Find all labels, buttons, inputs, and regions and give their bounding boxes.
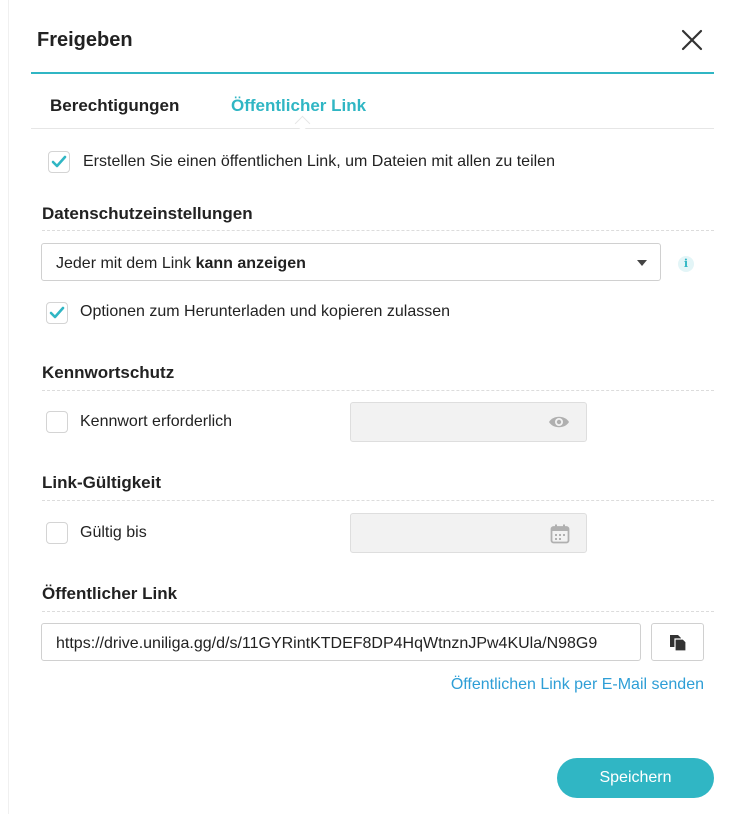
divider <box>42 500 714 501</box>
privacy-heading: Datenschutzeinstellungen <box>42 204 253 223</box>
divider <box>42 390 714 391</box>
divider <box>42 611 714 612</box>
chevron-down-icon <box>637 260 647 266</box>
password-heading: Kennwortschutz <box>42 363 175 382</box>
valid-until-label: Gültig bis <box>80 524 147 541</box>
validity-heading: Link-Gültigkeit <box>42 473 161 492</box>
info-icon[interactable]: i <box>678 256 694 272</box>
privacy-select-prefix: Jeder mit dem Link <box>56 255 196 272</box>
email-public-link-link[interactable]: Öffentlichen Link per E-Mail senden <box>451 676 704 694</box>
left-edge-border <box>0 0 9 814</box>
tab-public-link[interactable]: Öffentlicher Link <box>231 96 366 116</box>
password-required-label: Kennwort erforderlich <box>80 413 233 430</box>
privacy-select[interactable]: Jeder mit dem Link kann anzeigen <box>41 243 661 281</box>
privacy-select-value: Jeder mit dem Link kann anzeigen <box>56 255 306 273</box>
close-icon[interactable] <box>680 28 704 52</box>
allow-download-checkbox[interactable] <box>46 302 68 324</box>
copy-link-button[interactable] <box>651 623 704 661</box>
tab-bar: Berechtigungen Öffentlicher Link <box>31 84 714 132</box>
password-input <box>350 402 587 442</box>
create-public-link-checkbox[interactable] <box>48 151 70 173</box>
calendar-icon <box>550 524 570 544</box>
divider <box>42 230 714 231</box>
eye-icon <box>549 416 569 428</box>
tab-permissions[interactable]: Berechtigungen <box>50 96 179 116</box>
checkmark-icon <box>51 155 67 168</box>
dialog-title: Freigeben <box>37 29 133 51</box>
privacy-select-strong: kann anzeigen <box>195 255 306 272</box>
valid-until-date-input <box>350 513 587 553</box>
password-required-checkbox[interactable] <box>46 411 68 433</box>
copy-icon <box>670 635 687 652</box>
public-link-url-input[interactable]: https://drive.uniliga.gg/d/s/11GYRintKTD… <box>41 623 641 661</box>
public-link-url: https://drive.uniliga.gg/d/s/11GYRintKTD… <box>56 635 598 652</box>
allow-download-label: Optionen zum Herunterladen und kopieren … <box>80 303 451 320</box>
valid-until-checkbox[interactable] <box>46 522 68 544</box>
create-public-link-label: Erstellen Sie einen öffentlichen Link, u… <box>83 153 555 170</box>
save-button[interactable]: Speichern <box>557 758 714 798</box>
active-tab-indicator <box>294 115 311 132</box>
public-link-heading: Öffentlicher Link <box>42 584 178 603</box>
checkmark-icon <box>49 306 65 319</box>
dialog-header: Freigeben <box>31 0 714 74</box>
